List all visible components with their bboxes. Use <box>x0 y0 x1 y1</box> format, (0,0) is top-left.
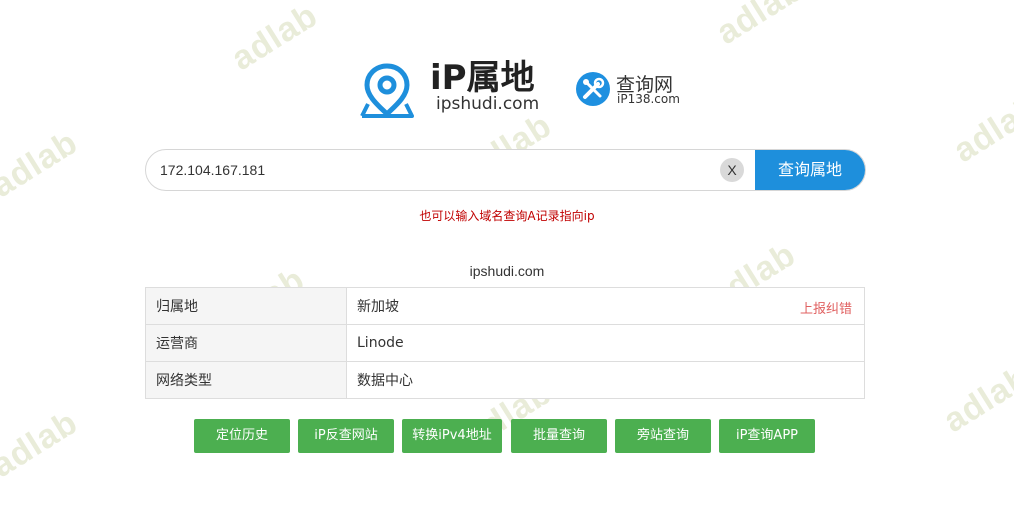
row-key: 网络类型 <box>145 361 347 399</box>
ipshudi-logo[interactable]: iP属地 ipshudi.com <box>358 58 548 120</box>
watermark: adlab <box>224 0 325 79</box>
result-table: 归属地 新加坡 上报纠错 运营商 Linode 网络类型 数据中心 <box>145 287 865 399</box>
table-row: 网络类型 数据中心 <box>145 361 865 399</box>
watermark: adlab <box>0 123 85 206</box>
row-key: 运营商 <box>145 324 347 362</box>
result-domain: ipshudi.com <box>469 263 545 279</box>
watermark: adlab <box>946 88 1014 171</box>
clear-button[interactable]: X <box>720 158 744 182</box>
logo-second-sub: iP138.com <box>617 92 680 106</box>
ip-search-input[interactable] <box>160 150 700 190</box>
watermark: adlab <box>0 403 85 486</box>
row-key: 归属地 <box>145 287 347 325</box>
tools-icon <box>576 72 610 106</box>
search-button[interactable]: 查询属地 <box>755 150 865 190</box>
table-row: 归属地 新加坡 上报纠错 <box>145 287 865 325</box>
location-pin-icon <box>358 60 416 124</box>
row-value-cell: 新加坡 上报纠错 <box>346 287 865 325</box>
search-bar: X 查询属地 <box>145 149 866 191</box>
table-row: 运营商 Linode <box>145 324 865 362</box>
watermark: adlab <box>709 0 810 53</box>
row-value: 数据中心 <box>346 361 865 399</box>
location-history-button[interactable]: 定位历史 <box>194 419 290 453</box>
logo-title: iP属地 <box>430 58 535 98</box>
ip138-logo[interactable]: 查询网 iP138.com <box>576 70 686 110</box>
reverse-ip-button[interactable]: iP反查网站 <box>298 419 394 453</box>
ip-query-app-button[interactable]: iP查询APP <box>719 419 815 453</box>
watermark: adlab <box>936 358 1014 441</box>
search-hint: 也可以输入域名查询A记录指向ip <box>419 209 595 223</box>
report-error-link[interactable]: 上报纠错 <box>800 298 852 317</box>
side-site-query-button[interactable]: 旁站查询 <box>615 419 711 453</box>
ipv4-convert-button[interactable]: 转换iPv4地址 <box>402 419 502 453</box>
batch-query-button[interactable]: 批量查询 <box>511 419 607 453</box>
logo-domain: ipshudi.com <box>436 94 540 114</box>
row-value: Linode <box>346 324 865 362</box>
row-value: 新加坡 <box>357 299 399 315</box>
